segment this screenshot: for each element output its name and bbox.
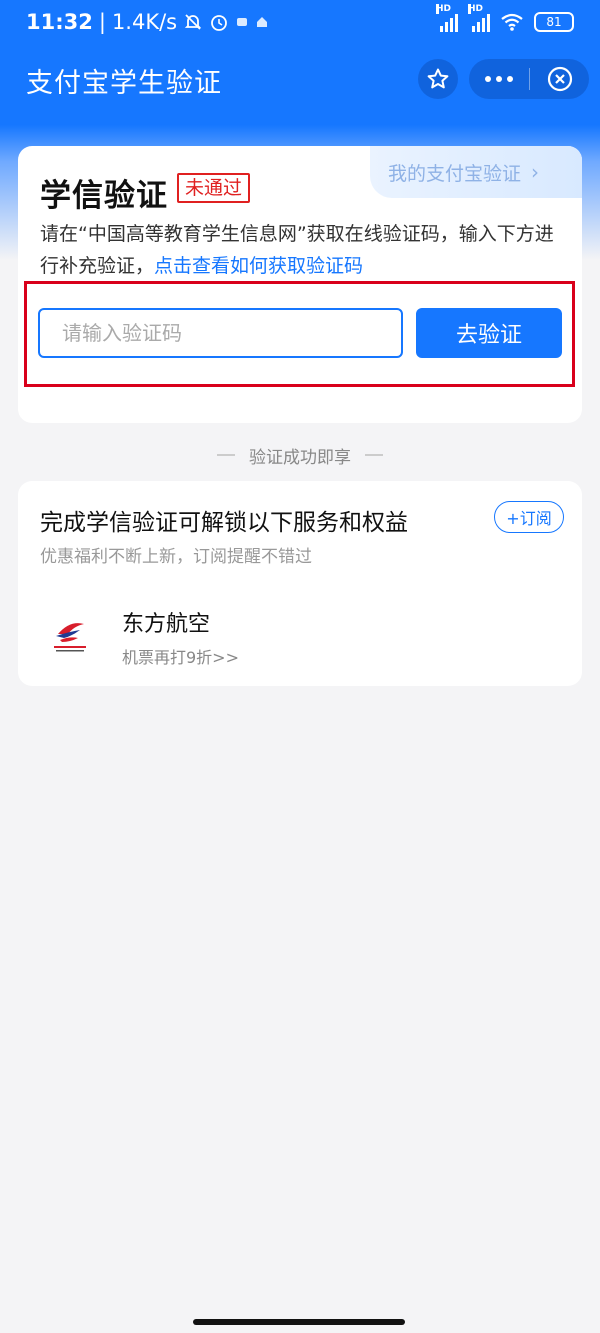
help-link[interactable]: 点击查看如何获取验证码 (154, 255, 363, 277)
home-indicator[interactable] (193, 1319, 405, 1325)
signal-icon-sim1: HD (436, 4, 458, 32)
network-speed: 1.4K/s (111, 10, 178, 34)
alarm-icon (211, 15, 228, 31)
close-circle-icon (547, 66, 572, 92)
signal-icon-sim2: HD (468, 4, 490, 32)
more-dot-icon (496, 76, 502, 82)
benefits-title: 完成学信验证可解锁以下服务和权益 (40, 510, 408, 536)
benefits-card: 完成学信验证可解锁以下服务和权益 +订阅 优惠福利不断上新，订阅提醒不错过 东方… (18, 481, 582, 686)
status-time: 11:32 (26, 10, 93, 34)
mute-bell-icon (184, 14, 202, 30)
divider-line (217, 454, 235, 456)
verification-title: 学信验证 (40, 178, 168, 214)
my-verify-label: 我的支付宝验证 (388, 162, 522, 185)
app-notification-icon (237, 18, 248, 26)
annotation-highlight-box (24, 281, 575, 387)
mini-program-capsule (469, 59, 589, 99)
close-button[interactable] (530, 59, 589, 99)
hd-label: HD (468, 4, 484, 14)
hd-label: HD (436, 4, 452, 14)
home-notification-icon (257, 17, 268, 27)
chevron-right-icon: › (531, 160, 540, 184)
verification-description: 请在“中国高等教育学生信息网”获取在线验证码，输入下方进行补充验证，点击查看如何… (40, 218, 568, 282)
page-title: 支付宝学生验证 (26, 68, 222, 99)
status-bar: 11:32 | 1.4K/s HD HD 81 (0, 0, 600, 44)
status-badge: 未通过 (177, 173, 251, 203)
subscribe-button[interactable]: +订阅 (494, 501, 564, 533)
battery-level: 81 (546, 15, 562, 29)
benefits-divider: 验证成功即享 (0, 443, 600, 468)
favorite-button[interactable] (418, 59, 458, 99)
battery-indicator: 81 (534, 12, 574, 32)
divider-line (365, 454, 383, 456)
china-eastern-logo-icon (54, 623, 86, 652)
star-icon (427, 68, 449, 89)
benefit-item-name[interactable]: 东方航空 (122, 606, 210, 638)
title-bar: 支付宝学生验证 (0, 44, 600, 114)
more-button[interactable] (469, 59, 529, 99)
my-alipay-verify-link[interactable]: 我的支付宝验证 › (370, 146, 582, 198)
benefit-item-desc[interactable]: 机票再打9折>> (122, 644, 239, 668)
benefits-subtitle: 优惠福利不断上新，订阅提醒不错过 (40, 547, 312, 567)
more-dot-icon (507, 76, 513, 82)
wifi-icon (501, 13, 523, 31)
more-dot-icon (485, 76, 491, 82)
divider-text: 验证成功即享 (249, 447, 351, 468)
status-separator: | (98, 10, 106, 34)
